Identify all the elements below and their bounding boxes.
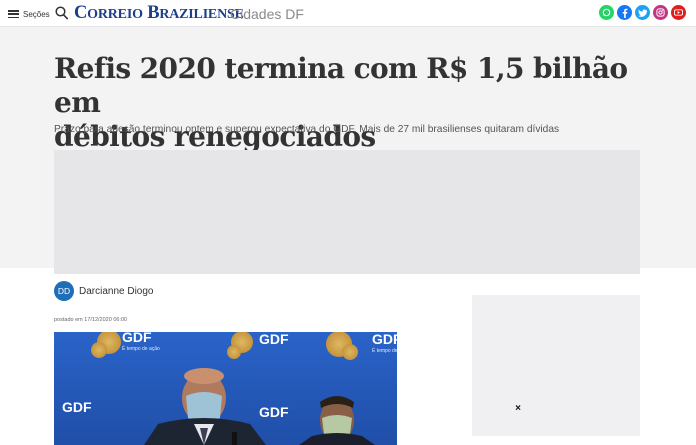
side-ad-placeholder — [472, 295, 640, 436]
article-title: Refis 2020 termina com R$ 1,5 bilhão em … — [54, 52, 628, 153]
author-byline[interactable]: DD Darcianne Diogo — [54, 281, 154, 301]
youtube-icon[interactable] — [671, 5, 686, 20]
photo-gdf-text: GDF — [122, 332, 152, 345]
sections-menu-button[interactable]: Seções — [8, 7, 50, 21]
avatar: DD — [54, 281, 74, 301]
svg-text:GDF: GDF — [259, 404, 289, 420]
posted-date: postado em 17/12/2020 06:00 — [54, 317, 128, 323]
twitter-icon[interactable] — [635, 5, 650, 20]
instagram-icon[interactable] — [653, 5, 668, 20]
close-ad-button[interactable]: × — [512, 403, 524, 414]
svg-text:GDF: GDF — [372, 332, 397, 347]
svg-text:É tempo de ação: É tempo de ação — [122, 345, 160, 352]
article-subtitle: Prazo para adesão terminou ontem e super… — [54, 124, 560, 135]
top-navigation-bar: Seções CORREIO BRAZILIENSE Cidades DF — [0, 0, 696, 27]
section-name-link[interactable]: Cidades DF — [230, 6, 304, 22]
facebook-icon[interactable] — [617, 5, 632, 20]
search-icon[interactable] — [55, 6, 68, 20]
sections-menu-label: Seções — [23, 9, 50, 19]
svg-text:GDF: GDF — [62, 399, 92, 415]
hamburger-icon — [8, 10, 19, 18]
social-links — [599, 5, 686, 20]
svg-text:É tempo de ação: É tempo de ação — [372, 347, 397, 354]
author-name: Darcianne Diogo — [79, 285, 154, 297]
whatsapp-icon[interactable] — [599, 5, 614, 20]
correio-braziliense-logo[interactable]: CORREIO BRAZILIENSE — [74, 3, 244, 24]
top-ad-placeholder — [54, 150, 640, 274]
article-photo[interactable]: GDF GDF GDF GDF GDF É tempo de ação É te… — [54, 332, 397, 445]
svg-text:GDF: GDF — [259, 332, 289, 347]
article-header: Refis 2020 termina com R$ 1,5 bilhão em … — [0, 27, 696, 274]
